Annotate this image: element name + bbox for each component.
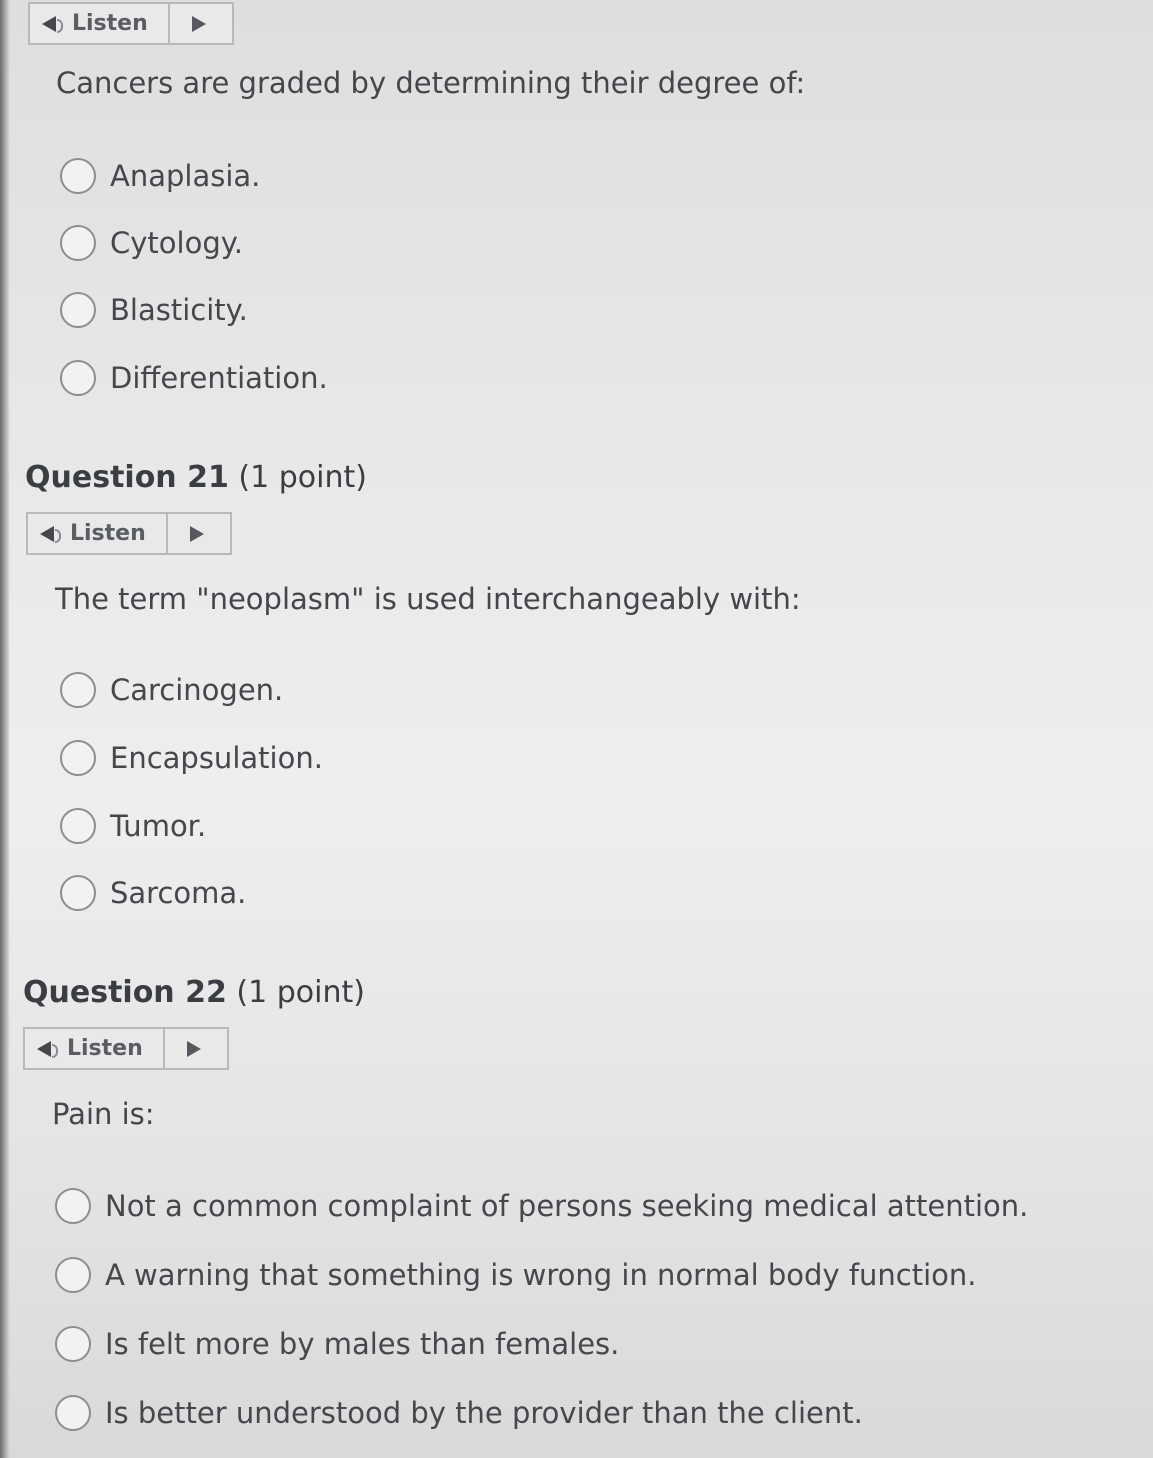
listen-button[interactable]: Listen xyxy=(28,514,168,553)
answer-option[interactable]: Blasticity. xyxy=(60,292,248,328)
radio-button[interactable] xyxy=(55,1395,91,1431)
radio-button[interactable] xyxy=(60,225,96,261)
play-icon xyxy=(190,525,204,542)
radio-button[interactable] xyxy=(60,292,96,328)
answer-option[interactable]: Sarcoma. xyxy=(60,875,246,911)
listen-button[interactable]: Listen xyxy=(30,4,170,43)
answer-option[interactable]: Carcinogen. xyxy=(60,672,283,708)
question-number: Question 22 xyxy=(23,975,227,1010)
option-label: Not a common complaint of persons seekin… xyxy=(105,1189,1029,1223)
answer-option[interactable]: Differentiation. xyxy=(60,360,328,396)
speaker-icon xyxy=(37,1040,59,1058)
radio-button[interactable] xyxy=(60,672,96,708)
question-header: Question 22 (1 point) xyxy=(23,975,365,1010)
option-label: Differentiation. xyxy=(110,361,328,395)
play-button[interactable] xyxy=(168,514,230,553)
listen-widget-q21: Listen xyxy=(26,512,232,555)
answer-option[interactable]: Not a common complaint of persons seekin… xyxy=(55,1188,1028,1224)
radio-button[interactable] xyxy=(60,875,96,911)
listen-label: Listen xyxy=(70,521,146,546)
question-points: (1 point) xyxy=(238,460,367,495)
option-label: A warning that something is wrong in nor… xyxy=(105,1258,977,1292)
answer-option[interactable]: Anaplasia. xyxy=(60,158,260,194)
option-label: Blasticity. xyxy=(110,293,248,327)
answer-option[interactable]: A warning that something is wrong in nor… xyxy=(55,1257,977,1293)
answer-option[interactable]: Is better understood by the provider tha… xyxy=(55,1395,863,1431)
radio-button[interactable] xyxy=(55,1188,91,1224)
question-prompt: The term "neoplasm" is used interchangea… xyxy=(55,582,801,616)
speaker-icon xyxy=(42,15,64,33)
listen-widget-q20: Listen xyxy=(28,2,234,45)
option-label: Cytology. xyxy=(110,226,243,260)
radio-button[interactable] xyxy=(60,158,96,194)
radio-button[interactable] xyxy=(55,1257,91,1293)
answer-option[interactable]: Cytology. xyxy=(60,225,243,261)
option-label: Anaplasia. xyxy=(110,159,261,193)
question-points: (1 point) xyxy=(236,975,365,1010)
option-label: Tumor. xyxy=(110,809,207,843)
question-header: Question 21 (1 point) xyxy=(25,460,367,495)
listen-button[interactable]: Listen xyxy=(25,1029,165,1068)
speaker-icon xyxy=(40,525,62,543)
radio-button[interactable] xyxy=(60,360,96,396)
option-label: Sarcoma. xyxy=(110,876,247,910)
question-prompt: Pain is: xyxy=(52,1097,155,1131)
answer-option[interactable]: Tumor. xyxy=(60,808,206,844)
listen-label: Listen xyxy=(72,11,148,36)
play-button[interactable] xyxy=(170,4,232,43)
radio-button[interactable] xyxy=(55,1326,91,1362)
option-label: Encapsulation. xyxy=(110,741,323,775)
option-label: Carcinogen. xyxy=(110,673,284,707)
listen-label: Listen xyxy=(67,1036,143,1061)
screen-edge xyxy=(0,0,10,1458)
option-label: Is felt more by males than females. xyxy=(105,1327,620,1361)
play-button[interactable] xyxy=(165,1029,227,1068)
option-label: Is better understood by the provider tha… xyxy=(105,1396,863,1430)
play-icon xyxy=(187,1040,201,1057)
answer-option[interactable]: Is felt more by males than females. xyxy=(55,1326,619,1362)
radio-button[interactable] xyxy=(60,808,96,844)
listen-widget-q22: Listen xyxy=(23,1027,229,1070)
question-prompt: Cancers are graded by determining their … xyxy=(56,66,806,100)
question-number: Question 21 xyxy=(25,460,229,495)
play-icon xyxy=(192,15,206,32)
radio-button[interactable] xyxy=(60,740,96,776)
answer-option[interactable]: Encapsulation. xyxy=(60,740,323,776)
